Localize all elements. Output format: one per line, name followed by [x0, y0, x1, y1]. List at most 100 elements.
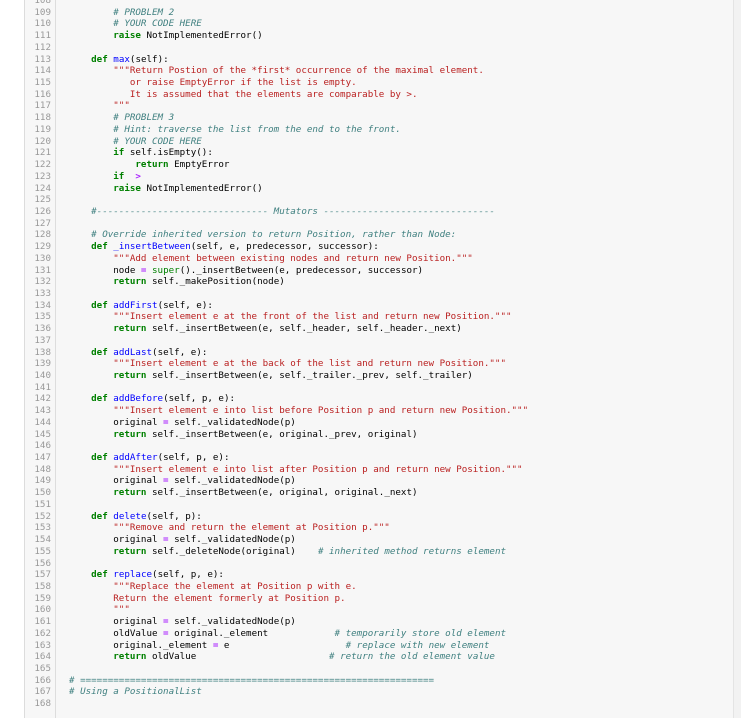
code-line[interactable]: 126 #------------------------------- Mut… — [25, 206, 733, 218]
code-text: return EmptyError — [55, 159, 229, 171]
code-line[interactable]: 133 — [25, 288, 733, 300]
code-line[interactable]: 159 Return the element formerly at Posit… — [25, 593, 733, 605]
code-line[interactable]: 112 — [25, 42, 733, 54]
code-text: original = self._validatedNode(p) — [55, 534, 296, 546]
vertical-scrollbar[interactable] — [733, 0, 741, 718]
code-line[interactable]: 154 original = self._validatedNode(p) — [25, 534, 733, 546]
code-line[interactable]: 161 original = self._validatedNode(p) — [25, 616, 733, 628]
code-line[interactable]: 113 def max(self): — [25, 54, 733, 66]
code-line[interactable]: 121 if self.isEmpty(): — [25, 147, 733, 159]
line-number: 159 — [34, 592, 51, 604]
code-line[interactable]: 117 """ — [25, 100, 733, 112]
code-line[interactable]: 166 # ===================================… — [25, 675, 733, 687]
code-line[interactable]: 168 — [25, 698, 733, 710]
code-line[interactable]: 156 — [25, 558, 733, 570]
code-line[interactable]: 140 return self._insertBetween(e, self._… — [25, 370, 733, 382]
code-line[interactable]: 143 """Insert element e into list before… — [25, 405, 733, 417]
code-line[interactable]: 110 # YOUR CODE HERE — [25, 18, 733, 30]
code-line[interactable]: 164 return oldValue # return the old ele… — [25, 651, 733, 663]
code-line[interactable]: 144 original = self._validatedNode(p) — [25, 417, 733, 429]
code-line[interactable]: 141 — [25, 382, 733, 394]
code-line[interactable]: 145 return self._insertBetween(e, origin… — [25, 429, 733, 441]
line-number: 142 — [34, 393, 51, 405]
line-number: 138 — [34, 346, 51, 358]
code-line[interactable]: 111 raise NotImplementedError() — [25, 30, 733, 42]
line-number: 130 — [34, 252, 51, 264]
code-line[interactable]: 125 — [25, 194, 733, 206]
code-line[interactable]: 147 def addAfter(self, p, e): — [25, 452, 733, 464]
code-line[interactable]: 134 def addFirst(self, e): — [25, 300, 733, 312]
line-number: 122 — [34, 159, 51, 171]
code-line[interactable]: 132 return self._makePosition(node) — [25, 276, 733, 288]
code-line[interactable]: 114 """Return Postion of the *first* occ… — [25, 65, 733, 77]
code-line[interactable]: 138 def addLast(self, e): — [25, 347, 733, 359]
code-text: def addFirst(self, e): — [55, 300, 213, 312]
code-text: def addBefore(self, p, e): — [55, 393, 235, 405]
code-line[interactable]: 115 or raise EmptyError if the list is e… — [25, 77, 733, 89]
code-line[interactable]: 163 original._element = e # replace with… — [25, 640, 733, 652]
code-token: if — [113, 170, 125, 182]
code-line[interactable]: 136 return self._insertBetween(e, self._… — [25, 323, 733, 335]
code-line[interactable]: 157 def replace(self, p, e): — [25, 569, 733, 581]
code-line[interactable]: 165 — [25, 663, 733, 675]
code-line[interactable]: 131 node = super()._insertBetween(e, pre… — [25, 265, 733, 277]
code-editor[interactable]: 108 109 # PROBLEM 2 110 # YOUR CODE HERE 11… — [24, 0, 734, 718]
code-line[interactable]: 146 — [25, 440, 733, 452]
code-line[interactable]: 122 return EmptyError — [25, 159, 733, 171]
code-line[interactable]: 155 return self._deleteNode(original) # … — [25, 546, 733, 558]
code-line[interactable]: 128 # Override inherited version to retu… — [25, 229, 733, 241]
code-line[interactable]: 139 """Insert element e at the back of t… — [25, 358, 733, 370]
code-line[interactable]: 149 original = self._validatedNode(p) — [25, 475, 733, 487]
code-line[interactable]: 151 — [25, 499, 733, 511]
code-line[interactable]: 158 """Replace the element at Position p… — [25, 581, 733, 593]
code-line[interactable]: 116 It is assumed that the elements are … — [25, 89, 733, 101]
line-number: 123 — [34, 170, 51, 182]
code-line[interactable]: 167 # Using a PositionalList — [25, 686, 733, 698]
code-token: original — [69, 534, 164, 546]
code-line[interactable]: 160 """ — [25, 604, 733, 616]
code-token: raise — [113, 182, 141, 194]
code-token: # YOUR CODE HERE — [113, 18, 202, 30]
code-line[interactable]: 124 raise NotImplementedError() — [25, 183, 733, 195]
code-text: def _insertBetween(self, e, predecessor,… — [55, 241, 379, 253]
code-text: def max(self): — [55, 54, 169, 66]
code-line[interactable]: 148 """Insert element e into list after … — [25, 464, 733, 476]
code-line[interactable]: 142 def addBefore(self, p, e): — [25, 393, 733, 405]
code-line[interactable]: 150 return self._insertBetween(e, origin… — [25, 487, 733, 499]
line-number: 117 — [34, 100, 51, 112]
code-line[interactable]: 153 """Remove and return the element at … — [25, 522, 733, 534]
code-line[interactable]: 109 # PROBLEM 2 — [25, 7, 733, 19]
code-line[interactable]: 152 def delete(self, p): — [25, 511, 733, 523]
code-token: > — [135, 170, 141, 182]
code-text: """Replace the element at Position p wit… — [55, 581, 356, 593]
code-line[interactable]: 118 # PROBLEM 3 — [25, 112, 733, 124]
code-text: return self._insertBetween(e, original._… — [55, 429, 417, 441]
code-line[interactable]: 127 — [25, 218, 733, 230]
code-line[interactable]: 119 # Hint: traverse the list from the e… — [25, 124, 733, 136]
code-line[interactable]: 129 def _insertBetween(self, e, predeces… — [25, 241, 733, 253]
line-number: 160 — [34, 604, 51, 616]
code-line[interactable]: 137 — [25, 335, 733, 347]
line-number: 148 — [34, 463, 51, 475]
code-line[interactable]: 120 # YOUR CODE HERE — [25, 136, 733, 148]
code-token: def — [91, 241, 108, 253]
code-token: def — [91, 510, 108, 522]
code-line[interactable]: 130 """Add element between existing node… — [25, 253, 733, 265]
code-token: original — [69, 616, 164, 628]
code-line[interactable]: 135 """Insert element e at the front of … — [25, 311, 733, 323]
code-line[interactable]: 108 — [25, 0, 733, 7]
code-line[interactable]: 123 if > — [25, 171, 733, 183]
code-text: if self.isEmpty(): — [55, 147, 213, 159]
code-line[interactable]: 162 oldValue = original._element # tempo… — [25, 628, 733, 640]
code-token: replace — [113, 569, 153, 581]
